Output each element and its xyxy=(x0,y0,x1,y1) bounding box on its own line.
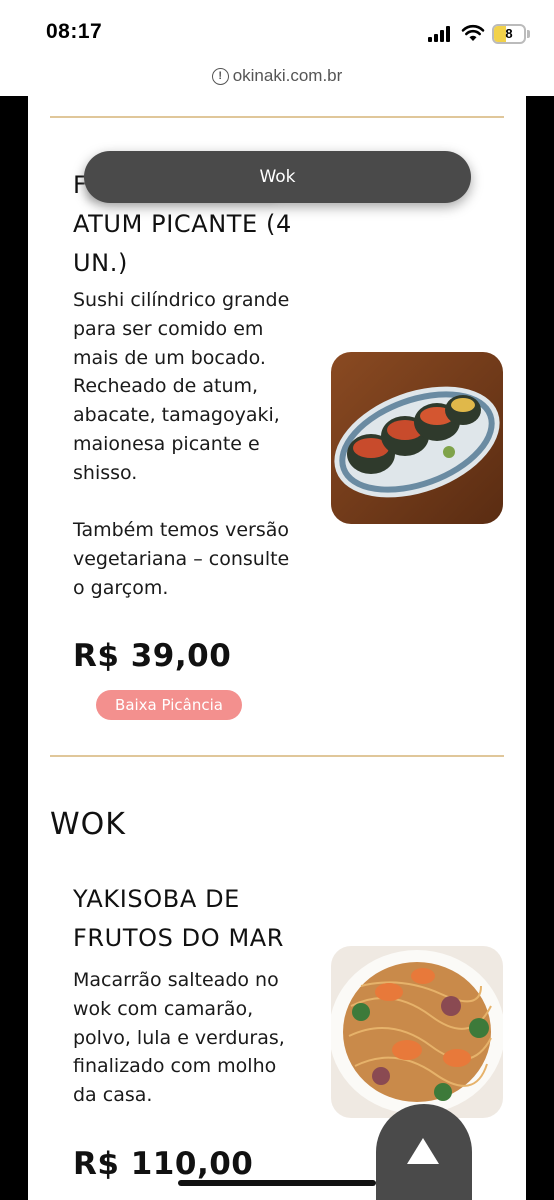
yakisoba-photo xyxy=(331,946,503,1118)
category-toast[interactable]: Wok xyxy=(84,151,471,203)
menu-item-price: R$ 39,00 xyxy=(73,638,232,674)
description-line: Macarrão salteado no xyxy=(73,969,279,991)
menu-item-description: Sushi cilíndrico grande para ser comido e… xyxy=(73,286,313,603)
wifi-icon xyxy=(461,24,485,41)
cellular-signal-icon xyxy=(428,26,454,42)
status-bar: 08:17 8 xyxy=(0,0,554,62)
description-line xyxy=(73,488,313,517)
description-line: wok com camarão, xyxy=(73,997,254,1020)
divider xyxy=(50,116,504,118)
spice-level-badge: Baixa Picância xyxy=(96,690,242,720)
arrow-up-icon xyxy=(407,1138,439,1164)
description-line: maionesa picante e xyxy=(73,432,260,455)
description-line: polvo, lula e verduras, xyxy=(73,1026,285,1049)
description-line: para ser comido em xyxy=(73,317,264,340)
divider xyxy=(50,755,504,757)
description-line: mais de um bocado. xyxy=(73,346,266,369)
description-line: vegetariana – consulte xyxy=(73,548,290,571)
info-icon[interactable]: ! xyxy=(211,67,229,85)
menu-page: F ATUM PICANTE (4 UN.) Sushi cilíndrico … xyxy=(28,96,526,1200)
description-line: finalizado com molho xyxy=(73,1055,277,1078)
menu-item-description: Macarrão salteado no wok com camarão, polv… xyxy=(73,966,313,1110)
description-line: da casa. xyxy=(73,1084,153,1107)
battery-icon: 8 xyxy=(492,24,526,44)
menu-item-price: R$ 110,00 xyxy=(73,1146,254,1182)
url-domain: okinaki.com.br xyxy=(232,66,343,85)
battery-level: 8 xyxy=(505,26,513,41)
section-title: WOK xyxy=(50,807,126,842)
description-line: Sushi cilíndrico grande xyxy=(73,289,290,311)
description-line: o garçom. xyxy=(73,576,169,599)
home-indicator[interactable] xyxy=(178,1180,376,1186)
sushi-photo xyxy=(331,352,503,524)
clock: 08:17 xyxy=(46,20,103,43)
description-line: abacate, tamagoyaki, xyxy=(73,404,280,427)
menu-item-title: YAKISOBA DE FRUTOS DO MAR xyxy=(73,885,285,952)
description-line: Também temos versão xyxy=(73,519,290,542)
scroll-to-top-button[interactable] xyxy=(376,1104,472,1200)
description-line: shisso. xyxy=(73,461,138,484)
url-bar[interactable]: ! okinaki.com.br xyxy=(0,62,554,96)
description-line: Recheado de atum, xyxy=(73,375,259,398)
